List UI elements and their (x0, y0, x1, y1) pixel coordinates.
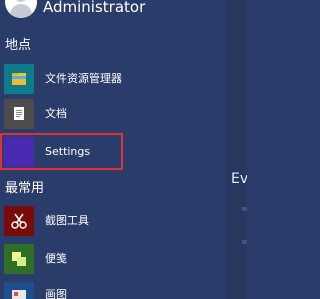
places-item-label: Settings (45, 145, 91, 158)
desktop-partial-text: Ev (231, 171, 247, 187)
places-item-label: 文档 (45, 107, 67, 120)
user-account[interactable]: Administrator (0, 0, 226, 20)
places-item-settings[interactable]: Settings (4, 137, 204, 167)
scissors-icon (11, 213, 27, 229)
user-avatar-icon (5, 0, 37, 18)
document-icon (14, 107, 24, 120)
places-section-title: 地点 (5, 38, 32, 53)
sticky-notes-tile (4, 244, 34, 274)
sticky-note-icon (12, 252, 26, 266)
most-used-item-paint[interactable]: 画图 (4, 282, 204, 299)
desktop-background (226, 0, 247, 299)
paint-tile (4, 282, 34, 299)
most-used-item-snipping-tool[interactable]: 截图工具 (4, 206, 204, 236)
places-item-documents[interactable]: 文档 (4, 99, 204, 129)
settings-icon (4, 137, 34, 167)
most-used-item-label: 画图 (45, 288, 67, 299)
most-used-section-title: 最常用 (5, 181, 45, 196)
user-name: Administrator (43, 0, 146, 16)
most-used-item-sticky-notes[interactable]: 便笺 (4, 244, 204, 274)
most-used-item-label: 截图工具 (45, 214, 89, 227)
snipping-tool-tile (4, 206, 34, 236)
desktop-marker (242, 240, 247, 244)
desktop-marker (242, 207, 247, 211)
folder-icon (12, 73, 26, 85)
paint-icon (12, 290, 26, 299)
file-explorer-tile (4, 64, 34, 94)
most-used-item-label: 便笺 (45, 252, 67, 265)
screen: Ev Administrator 地点 文件资源管理器 文档 Settings … (0, 0, 247, 299)
places-item-file-explorer[interactable]: 文件资源管理器 (4, 64, 204, 94)
documents-tile (4, 99, 34, 129)
places-item-label: 文件资源管理器 (45, 72, 122, 85)
